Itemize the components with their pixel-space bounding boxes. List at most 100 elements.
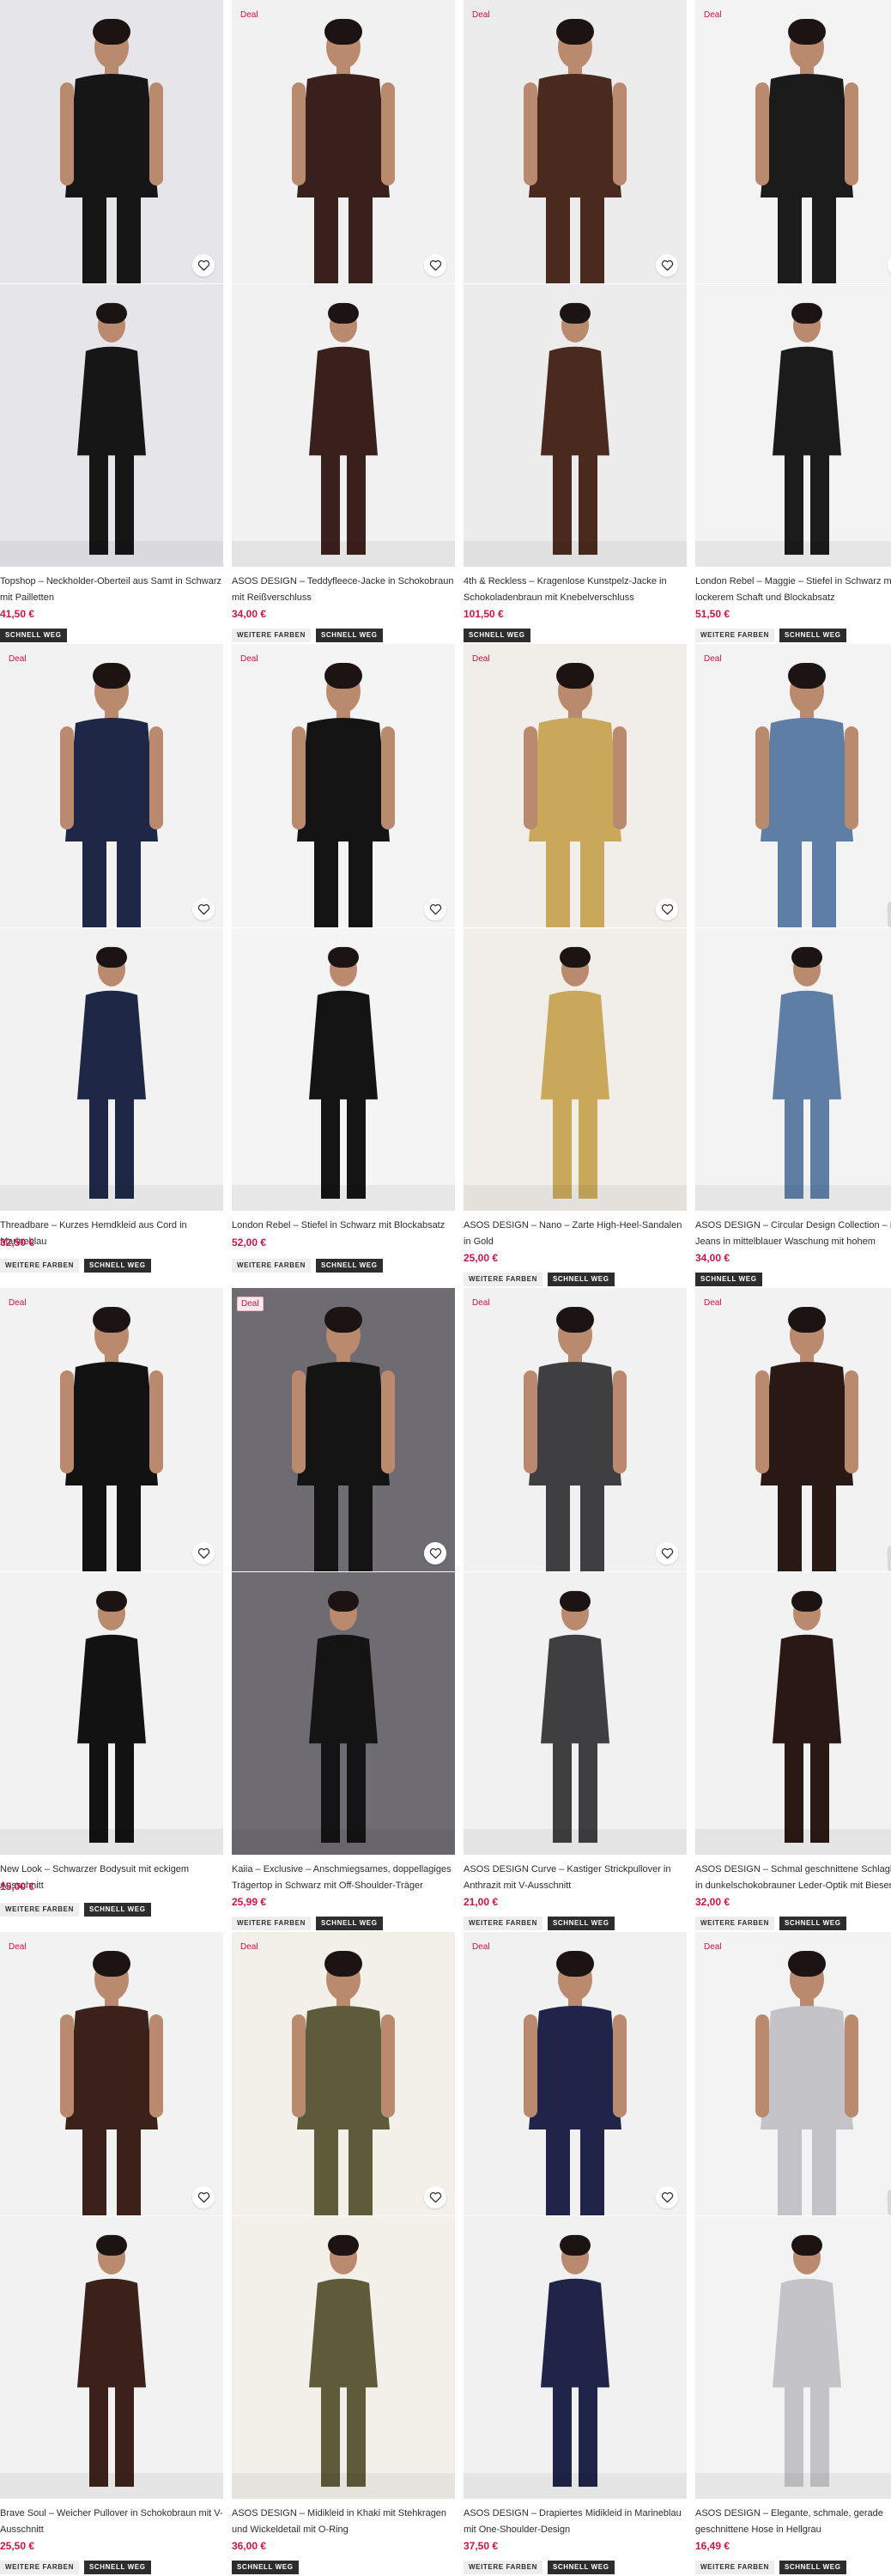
product-title[interactable]: London Rebel – Maggie – Stiefel in Schwa… — [695, 574, 891, 606]
black-slouch-boots-closeup[interactable] — [695, 284, 891, 567]
charcoal-jumper-full-length[interactable] — [464, 1572, 687, 1855]
black-slouch-boots-worn[interactable]: Deal — [695, 0, 891, 283]
product-card-10[interactable]: Deal Kaiia – Exclusive – Anschmiegsames,… — [232, 1288, 455, 1932]
brown-fleece-jacket-full-length[interactable] — [232, 284, 455, 567]
product-card-13[interactable]: Deal Brave Soul – Weicher Pullover in Sc… — [0, 1932, 223, 2576]
chocolate-v-neck-jumper-model[interactable]: Deal — [0, 1932, 223, 2215]
save-for-later-button[interactable] — [656, 898, 678, 920]
more-colors-badge[interactable]: WEITERE FARBEN — [0, 1259, 79, 1273]
product-price: 25,50 € — [0, 2540, 35, 2552]
faux-fur-toggle-closeup[interactable] — [464, 284, 687, 567]
deal-badge: Deal — [237, 1297, 264, 1311]
product-photo-alt — [0, 284, 223, 567]
product-title[interactable]: ASOS DESIGN – Schmal geschnittene Schlag… — [695, 1862, 891, 1894]
product-photo-alt — [0, 2216, 223, 2499]
black-off-shoulder-top-model[interactable]: Deal — [232, 1288, 455, 1571]
product-card-11[interactable]: Deal ASOS DESIGN Curve – Kastiger Strick… — [464, 1288, 687, 1932]
product-photo-alt — [0, 1572, 223, 1855]
barrel-jeans-back-view[interactable] — [695, 928, 891, 1211]
navy-one-shoulder-midi-dress-model[interactable]: Deal — [464, 1932, 687, 2215]
more-colors-badge[interactable]: WEITERE FARBEN — [232, 1917, 311, 1930]
charcoal-v-neck-jumper-model[interactable]: Deal — [464, 1288, 687, 1571]
more-colors-badge[interactable]: WEITERE FARBEN — [232, 1259, 311, 1273]
more-colors-badge[interactable]: WEITERE FARBEN — [695, 1917, 774, 1930]
more-colors-badge[interactable]: WEITERE FARBEN — [695, 2561, 774, 2574]
product-photo — [232, 0, 455, 283]
save-for-later-button[interactable] — [656, 2186, 678, 2208]
product-title[interactable]: Kaiia – Exclusive – Anschmiegsames, dopp… — [232, 1862, 455, 1894]
product-card-8[interactable]: Deal ASOS DESIGN – Circular Design Colle… — [695, 644, 891, 1288]
product-card-16[interactable]: Deal ASOS DESIGN – Elegante, schmale, ge… — [695, 1932, 891, 2576]
product-card-7[interactable]: Deal ASOS DESIGN – Nano – Zarte High-Hee… — [464, 644, 687, 1288]
khaki-dress-o-ring-closeup[interactable] — [232, 2216, 455, 2499]
save-for-later-button[interactable] — [424, 1542, 446, 1564]
brown-leather-look-flares-model[interactable]: Deal — [695, 1288, 891, 1571]
black-sequin-top-full-length[interactable] — [0, 284, 223, 567]
more-colors-badge[interactable]: WEITERE FARBEN — [464, 1273, 542, 1286]
product-title[interactable]: Topshop – Neckholder-Oberteil aus Samt i… — [0, 574, 223, 606]
khaki-midi-dress-model[interactable]: Deal — [232, 1932, 455, 2215]
more-colors-badge[interactable]: WEITERE FARBEN — [464, 1917, 542, 1930]
navy-cord-shirt-dress-with-boots[interactable] — [0, 928, 223, 1211]
black-square-neck-bodysuit-model[interactable]: Deal — [0, 1288, 223, 1571]
brown-fleece-jacket-model[interactable]: Deal — [232, 0, 455, 283]
barrel-jeans-model[interactable]: Deal — [695, 644, 891, 927]
product-card-3[interactable]: Deal 4th & Reckless – Kragenlose Kunstpe… — [464, 0, 687, 644]
gold-sandal-ankle-strap-closeup[interactable] — [464, 928, 687, 1211]
more-colors-badge[interactable]: WEITERE FARBEN — [0, 1903, 79, 1917]
product-title[interactable]: ASOS DESIGN – Drapiertes Midikleid in Ma… — [464, 2506, 687, 2538]
more-colors-badge[interactable]: WEITERE FARBEN — [464, 2561, 542, 2574]
save-for-later-button[interactable] — [192, 1542, 215, 1564]
product-card-5[interactable]: Deal Threadbare – Kurzes Hemdkleid aus C… — [0, 644, 223, 1288]
heart-icon — [661, 1548, 673, 1559]
save-for-later-button[interactable] — [424, 254, 446, 276]
navy-draped-dress-closeup[interactable] — [464, 2216, 687, 2499]
product-price: 41,50 € — [0, 608, 35, 620]
product-price: 34,00 € — [232, 608, 267, 620]
product-card-15[interactable]: Deal ASOS DESIGN – Drapiertes Midikleid … — [464, 1932, 687, 2576]
save-for-later-button[interactable] — [656, 254, 678, 276]
product-card-9[interactable]: Deal New Look – Schwarzer Bodysuit mit e… — [0, 1288, 223, 1932]
save-for-later-button[interactable] — [424, 898, 446, 920]
black-block-heel-boot-side[interactable] — [232, 928, 455, 1211]
product-title[interactable]: ASOS DESIGN – Circular Design Collection… — [695, 1218, 891, 1250]
save-for-later-button[interactable] — [192, 254, 215, 276]
deal-badge: Deal — [472, 10, 490, 20]
product-title[interactable]: ASOS DESIGN Curve – Kastiger Strickpullo… — [464, 1862, 687, 1894]
save-for-later-button[interactable] — [656, 1542, 678, 1564]
product-card-2[interactable]: Deal ASOS DESIGN – Teddyfleece-Jacke in … — [232, 0, 455, 644]
chocolate-jumper-closeup[interactable] — [0, 2216, 223, 2499]
product-card-4[interactable]: Deal London Rebel – Maggie – Stiefel in … — [695, 0, 891, 644]
more-colors-badge[interactable]: WEITERE FARBEN — [232, 629, 311, 642]
product-badges: WEITERE FARBEN SCHNELL WEG — [232, 1259, 383, 1273]
product-title[interactable]: ASOS DESIGN – Midikleid in Khaki mit Ste… — [232, 2506, 455, 2538]
product-title[interactable]: 4th & Reckless – Kragenlose Kunstpelz-Ja… — [464, 574, 687, 606]
more-colors-badge[interactable]: WEITERE FARBEN — [695, 629, 774, 642]
product-title[interactable]: ASOS DESIGN – Nano – Zarte High-Heel-San… — [464, 1218, 687, 1250]
product-price: 32,00 € — [695, 1896, 730, 1908]
brown-faux-fur-jacket-model[interactable]: Deal — [464, 0, 687, 283]
selling-fast-badge: SCHNELL WEG — [315, 629, 383, 642]
save-for-later-button[interactable] — [192, 898, 215, 920]
gold-heeled-sandals-worn[interactable]: Deal — [464, 644, 687, 927]
product-title[interactable]: Brave Soul – Weicher Pullover in Schokob… — [0, 2506, 223, 2538]
light-grey-trousers-model[interactable]: Deal — [695, 1932, 891, 2215]
product-title[interactable]: ASOS DESIGN – Teddyfleece-Jacke in Schok… — [232, 574, 455, 606]
deal-badge: Deal — [704, 1298, 722, 1308]
more-colors-badge[interactable]: WEITERE FARBEN — [0, 2561, 79, 2574]
black-block-heel-boots-worn[interactable]: Deal — [232, 644, 455, 927]
light-grey-trousers-closeup[interactable] — [695, 2216, 891, 2499]
product-photo — [232, 1932, 455, 2215]
black-sequin-top-model[interactable] — [0, 0, 223, 283]
product-card-12[interactable]: Deal ASOS DESIGN – Schmal geschnittene S… — [695, 1288, 891, 1932]
brown-leather-look-flares-closeup[interactable] — [695, 1572, 891, 1855]
save-for-later-button[interactable] — [192, 2186, 215, 2208]
product-card-1[interactable]: Topshop – Neckholder-Oberteil aus Samt i… — [0, 0, 223, 644]
product-card-14[interactable]: Deal ASOS DESIGN – Midikleid in Khaki mi… — [232, 1932, 455, 2576]
product-title[interactable]: ASOS DESIGN – Elegante, schmale, gerade … — [695, 2506, 891, 2538]
product-card-6[interactable]: Deal London Rebel – Stiefel in Schwarz m… — [232, 644, 455, 1288]
save-for-later-button[interactable] — [424, 2186, 446, 2208]
navy-cord-shirt-dress-model[interactable]: Deal — [0, 644, 223, 927]
black-bodysuit-back-view[interactable] — [0, 1572, 223, 1855]
black-off-shoulder-top-closeup[interactable] — [232, 1572, 455, 1855]
